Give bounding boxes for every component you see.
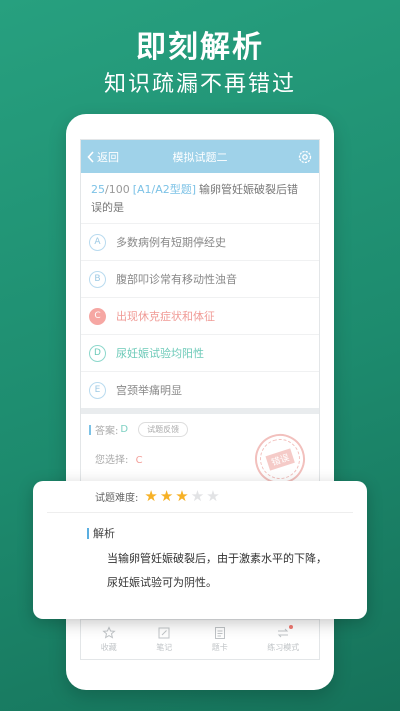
tab-label: 题卡: [211, 643, 228, 652]
option-letter: C: [89, 307, 106, 325]
hero-title: 即刻解析: [136, 30, 264, 65]
option-e[interactable]: E 宫颈举痛明显: [81, 371, 319, 408]
question-stem: 25/100 [A1/A2型题] 输卵管妊娠破裂后错误的是: [81, 173, 319, 223]
tab-answer-card[interactable]: 题卡: [212, 626, 228, 653]
tab-label: 收藏: [100, 643, 117, 652]
star-icon: ★: [144, 487, 158, 505]
question-number: 25: [91, 183, 105, 196]
feedback-button[interactable]: 试题反馈: [138, 422, 189, 437]
navbar: 返回 模拟试题二: [81, 140, 319, 173]
gear-icon[interactable]: [297, 149, 313, 165]
tab-practice-mode[interactable]: 练习模式: [267, 625, 300, 653]
star-icon: ★: [159, 487, 174, 505]
difficulty-label: 试题难度:: [95, 493, 139, 504]
answer-label: 答案:: [95, 426, 119, 437]
analysis-card: 试题难度: ★ ★ ★ ★ ★ 解析 当输卵管妊娠破裂后，由于激素水平的下降， …: [33, 481, 367, 619]
option-text: 宫颈举痛明显: [116, 384, 182, 397]
difficulty-stars: ★ ★ ★ ★ ★: [144, 489, 219, 504]
stamp-ring: 错误: [254, 433, 306, 485]
notification-dot: [289, 625, 294, 629]
your-choice-value: C: [135, 455, 143, 466]
option-letter: A: [89, 233, 106, 251]
tab-notes[interactable]: 笔记: [156, 626, 172, 653]
option-text: 多数病例有短期停经史: [116, 236, 226, 249]
option-letter: B: [89, 270, 106, 288]
option-letter: E: [89, 381, 106, 399]
difficulty-row: 试题难度: ★ ★ ★ ★ ★: [47, 481, 353, 513]
accent-bar: [89, 424, 91, 435]
analysis-line: 尿妊娠试验可为阴性。: [107, 576, 217, 589]
option-c[interactable]: C 出现休克症状和体征: [81, 297, 319, 334]
analysis-line: 当输卵管妊娠破裂后，由于激素水平的下降，: [107, 552, 327, 565]
option-d[interactable]: D 尿妊娠试验均阳性: [81, 334, 319, 371]
analysis-label: 解析: [93, 527, 115, 540]
option-b[interactable]: B 腹部叩诊常有移动性浊音: [81, 260, 319, 297]
star-icon: ★: [190, 487, 205, 505]
star-outline-icon: [102, 626, 116, 639]
answer-card-icon: [214, 627, 225, 639]
option-text: 尿妊娠试验均阳性: [116, 347, 204, 360]
chevron-left-icon: [87, 150, 94, 163]
switch-mode-icon: [278, 628, 289, 638]
option-letter: D: [89, 344, 106, 362]
back-label: 返回: [97, 150, 119, 164]
your-choice-label: 您选择:: [95, 455, 129, 466]
tab-favorite[interactable]: 收藏: [101, 626, 117, 653]
star-icon: ★: [206, 487, 220, 505]
option-list: A 多数病例有短期停经史 B 腹部叩诊常有移动性浊音 C 出现休克症状和体征 D…: [81, 223, 319, 408]
accent-bar: [87, 527, 89, 539]
star-icon: ★: [175, 487, 189, 505]
question-type: [A1/A2型题]: [132, 183, 197, 196]
analysis-heading: 解析: [47, 525, 353, 541]
question-total: /100: [105, 183, 130, 196]
back-button[interactable]: 返回: [87, 149, 119, 165]
tab-label: 练习模式: [267, 643, 300, 652]
tab-label: 笔记: [156, 643, 173, 652]
option-a[interactable]: A 多数病例有短期停经史: [81, 223, 319, 260]
option-text: 出现休克症状和体征: [116, 310, 215, 323]
note-edit-icon: [158, 627, 170, 639]
answer-key: D: [120, 424, 129, 435]
option-text: 腹部叩诊常有移动性浊音: [116, 273, 237, 286]
tab-bar: 收藏 笔记 题卡 练习模式: [81, 619, 319, 659]
hero-subtitle: 知识疏漏不再错过: [103, 72, 296, 97]
analysis-body: 当输卵管妊娠破裂后，由于激素水平的下降， 尿妊娠试验可为阴性。: [47, 547, 353, 595]
stamp-text: 错误: [265, 447, 295, 471]
